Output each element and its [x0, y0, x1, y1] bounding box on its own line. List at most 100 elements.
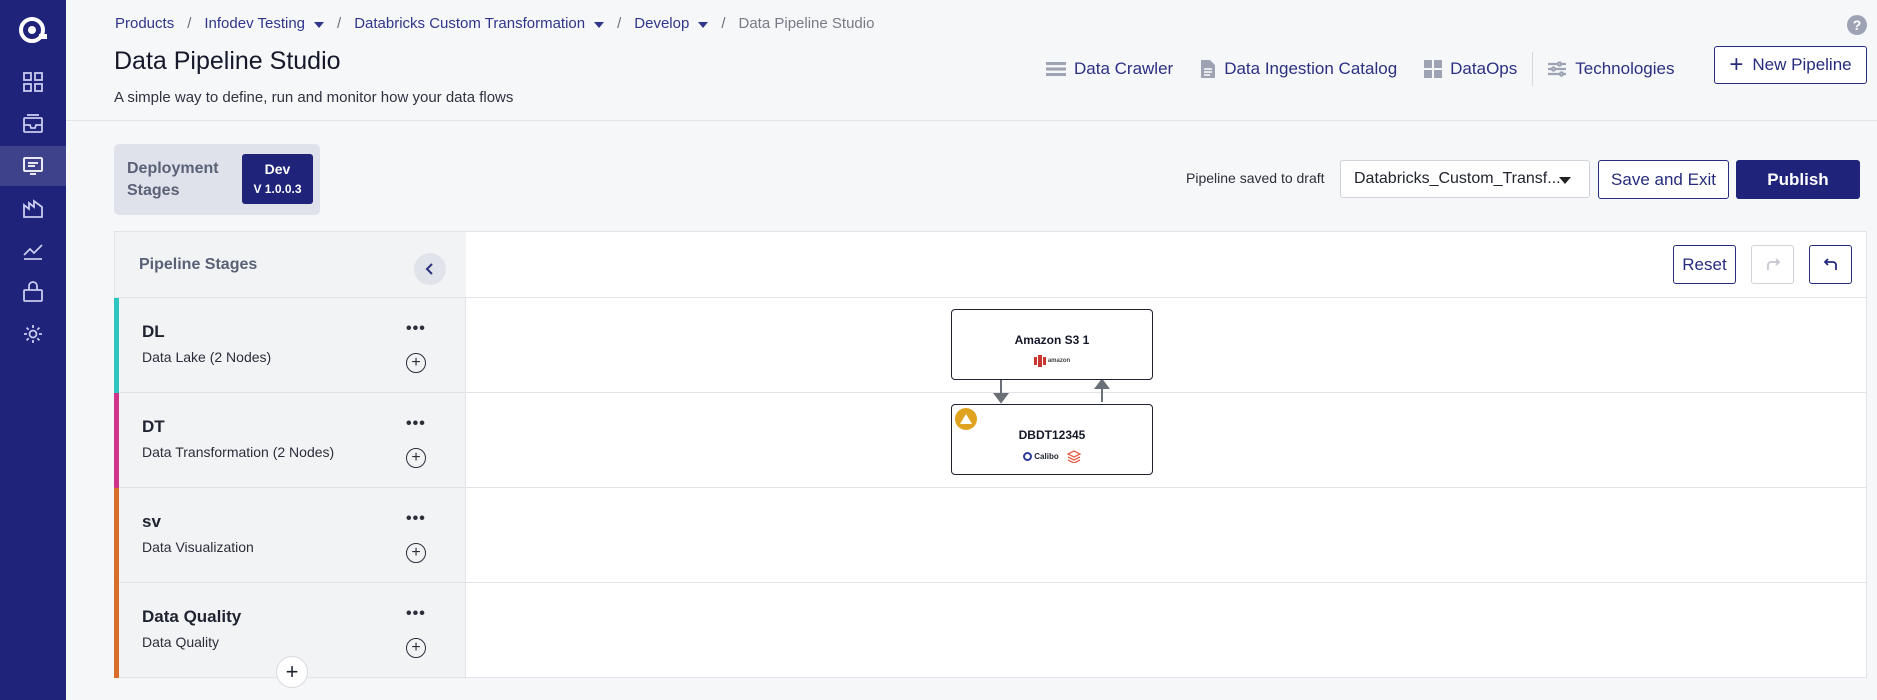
document-icon — [1201, 60, 1216, 78]
dashboard-icon — [23, 72, 43, 92]
breadcrumb-develop[interactable]: Develop — [634, 15, 709, 32]
breadcrumb-separator: / — [187, 15, 192, 32]
new-pipeline-button[interactable]: + New Pipeline — [1714, 46, 1867, 84]
stage-name: sv — [142, 512, 161, 531]
top-links: Data Crawler Data Ingestion Catalog Data… — [1046, 52, 1702, 86]
canvas-lane-data-quality — [466, 583, 1866, 677]
amazon-s3-icon: amazon — [1033, 355, 1070, 367]
breadcrumb-current: Data Pipeline Studio — [738, 15, 875, 32]
redo-button[interactable] — [1751, 245, 1794, 284]
stage-color-bar — [114, 393, 119, 488]
pipeline-node[interactable]: DBDT12345 Calibo — [951, 404, 1153, 475]
calibo-logo-icon[interactable] — [17, 14, 49, 46]
more-options-icon[interactable]: ••• — [406, 510, 426, 528]
page-header: Products / Infodev Testing / Databricks … — [66, 0, 1877, 121]
undo-button[interactable] — [1809, 245, 1852, 284]
data-crawler-link[interactable]: Data Crawler — [1046, 59, 1173, 79]
data-ingestion-catalog-link[interactable]: Data Ingestion Catalog — [1200, 59, 1397, 79]
breadcrumb: Products / Infodev Testing / Databricks … — [115, 15, 874, 32]
pipeline-select[interactable]: Databricks_Custom_Transf... — [1340, 160, 1590, 198]
stage-name: Data Quality — [142, 607, 242, 626]
deployment-stages-label: Deployment Stages — [127, 160, 219, 199]
warning-icon — [955, 408, 977, 430]
canvas-lane-dt — [466, 393, 1866, 488]
nav-dashboard[interactable] — [0, 62, 66, 102]
nav-marketplace[interactable] — [0, 272, 66, 312]
more-options-icon[interactable]: ••• — [406, 320, 426, 338]
pipeline-select-value: Databricks_Custom_Transf... — [1354, 170, 1561, 187]
node-icons: Calibo — [952, 450, 1152, 463]
node-title: Amazon S3 1 — [1014, 333, 1090, 347]
canvas-lane-sv — [466, 488, 1866, 583]
node-icons: amazon — [952, 355, 1152, 367]
help-icon[interactable]: ? — [1847, 15, 1867, 35]
breadcrumb-infodev-testing[interactable]: Infodev Testing — [204, 15, 325, 32]
breadcrumb-databricks-custom-transformation[interactable]: Databricks Custom Transformation — [354, 15, 605, 32]
calibo-text: Calibo — [1034, 452, 1059, 461]
chart-line-icon — [23, 244, 43, 260]
breadcrumb-separator: / — [721, 15, 726, 32]
nav-inbox[interactable] — [0, 104, 66, 144]
nav-analytics[interactable] — [0, 230, 66, 270]
plus-icon: + — [1729, 51, 1744, 78]
stage-color-bar — [114, 583, 119, 678]
redo-icon — [1766, 257, 1780, 270]
breadcrumb-products[interactable]: Products — [115, 15, 174, 32]
stage-description: Data Transformation (2 Nodes) — [142, 444, 335, 460]
new-pipeline-label: New Pipeline — [1752, 55, 1852, 74]
reset-button[interactable]: Reset — [1673, 245, 1736, 284]
data-crawler-icon — [1046, 62, 1066, 76]
collapse-button[interactable] — [414, 253, 446, 285]
node-title: DBDT12345 — [1018, 428, 1086, 442]
page-subtitle: A simple way to define, run and monitor … — [114, 89, 514, 106]
chevron-down-icon — [698, 21, 709, 28]
undo-icon — [1823, 257, 1837, 270]
dataops-link[interactable]: DataOps — [1424, 59, 1517, 79]
save-and-exit-button[interactable]: Save and Exit — [1598, 160, 1729, 199]
settings-icon — [24, 325, 42, 343]
add-stage-button[interactable]: + — [276, 656, 308, 688]
more-options-icon[interactable]: ••• — [406, 415, 426, 433]
env-version: V 1.0.0.3 — [253, 182, 302, 196]
add-node-icon[interactable]: + — [406, 448, 426, 468]
publish-button[interactable]: Publish — [1736, 160, 1860, 199]
pipeline-stages-header: Pipeline Stages — [115, 232, 466, 298]
stage-name: DT — [142, 417, 165, 436]
chevron-left-icon — [425, 263, 433, 275]
stage-row[interactable]: DL Data Lake (2 Nodes) ••• + — [114, 298, 465, 393]
data-crawler-label: Data Crawler — [1074, 59, 1174, 78]
stage-color-bar — [114, 488, 119, 583]
add-node-icon[interactable]: + — [406, 638, 426, 658]
canvas-lane-dl — [466, 298, 1866, 393]
technologies-label: Technologies — [1575, 59, 1675, 78]
inbox-icon — [23, 114, 43, 133]
chevron-down-icon — [314, 21, 325, 28]
env-name: Dev — [264, 161, 291, 177]
add-node-icon[interactable]: + — [406, 353, 426, 373]
left-navigation-rail — [0, 0, 66, 700]
page-title: Data Pipeline Studio — [114, 47, 341, 75]
databricks-icon — [1066, 450, 1081, 463]
data-ingestion-catalog-label: Data Ingestion Catalog — [1224, 59, 1398, 78]
pipeline-node[interactable]: Amazon S3 1 amazon — [951, 309, 1153, 380]
data-icon — [23, 199, 43, 218]
add-node-icon[interactable]: + — [406, 543, 426, 563]
nav-pipeline-studio[interactable] — [0, 146, 66, 186]
dataops-label: DataOps — [1450, 59, 1518, 78]
pipeline-stages-title: Pipeline Stages — [139, 256, 258, 273]
more-options-icon[interactable]: ••• — [406, 605, 426, 623]
bag-icon — [23, 281, 43, 302]
breadcrumb-separator: / — [337, 15, 342, 32]
stage-row[interactable]: DT Data Transformation (2 Nodes) ••• + — [114, 393, 465, 488]
technologies-link[interactable]: Technologies — [1547, 59, 1675, 79]
stage-row[interactable]: sv Data Visualization ••• + — [114, 488, 465, 583]
nav-settings[interactable] — [0, 314, 66, 354]
divider — [1532, 52, 1534, 86]
calibo-icon: Calibo — [1023, 452, 1059, 461]
stage-description: Data Quality — [142, 634, 220, 650]
breadcrumb-separator: / — [617, 15, 622, 32]
nav-data[interactable] — [0, 188, 66, 228]
pipeline-status-text: Pipeline saved to draft — [1186, 170, 1325, 186]
stage-description: Data Visualization — [142, 539, 254, 555]
deployment-env-dev[interactable]: Dev V 1.0.0.3 — [242, 154, 313, 204]
